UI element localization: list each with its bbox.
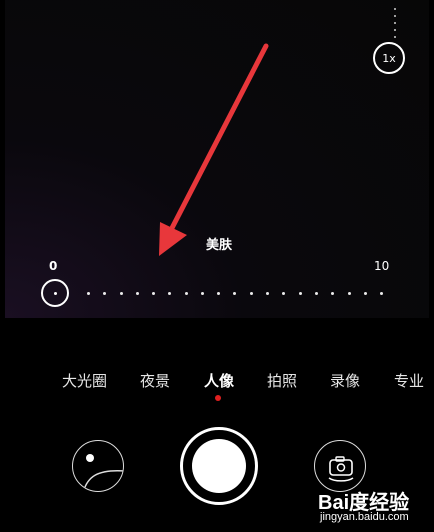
mode-aperture[interactable]: 大光圈: [62, 370, 107, 391]
zoom-scale-indicator: [394, 8, 398, 40]
mode-photo[interactable]: 拍照: [267, 370, 297, 391]
slider-tick: [282, 292, 285, 295]
mode-pro[interactable]: 专业: [394, 370, 424, 391]
slider-tick: [299, 292, 302, 295]
slider-tick: [364, 292, 367, 295]
slider-tick: [103, 292, 106, 295]
camera-viewfinder[interactable]: [5, 0, 429, 318]
camera-switch-button[interactable]: [314, 440, 366, 492]
slider-tick: [168, 292, 171, 295]
mode-portrait[interactable]: 人像: [204, 370, 234, 391]
slider-tick: [120, 292, 123, 295]
slider-tick: [331, 292, 334, 295]
slider-tick: [233, 292, 236, 295]
slider-tick: [152, 292, 155, 295]
shutter-button[interactable]: [180, 427, 258, 505]
beauty-slider-title: 美肤: [206, 238, 233, 253]
slider-tick: [266, 292, 269, 295]
beauty-slider-max-label: 10: [374, 259, 390, 273]
slider-tick: [217, 292, 220, 295]
slider-tick: [348, 292, 351, 295]
slider-tick: [250, 292, 253, 295]
slider-tick: [201, 292, 204, 295]
beauty-slider[interactable]: [40, 278, 390, 308]
beauty-slider-min-label: 0: [49, 259, 58, 273]
beauty-slider-thumb[interactable]: [41, 279, 69, 307]
slider-tick: [185, 292, 188, 295]
slider-tick: [315, 292, 318, 295]
zoom-level-label: 1x: [382, 51, 396, 65]
slider-tick: [380, 292, 383, 295]
slider-tick: [136, 292, 139, 295]
watermark-url: jingyan.baidu.com: [320, 511, 409, 523]
gallery-thumbnail-button[interactable]: [72, 440, 124, 492]
baidu-jingyan-watermark: Bai度经验 jingyan.baidu.com: [314, 486, 430, 530]
gallery-thumbnail-icon: [82, 454, 123, 491]
active-mode-indicator: [215, 395, 221, 401]
mode-night[interactable]: 夜景: [140, 370, 170, 391]
zoom-level-button[interactable]: 1x: [373, 42, 405, 74]
mode-video[interactable]: 录像: [330, 370, 360, 391]
shutter-icon: [192, 439, 246, 493]
slider-tick: [87, 292, 90, 295]
camera-mode-bar: 大光圈 夜景 人像 拍照 录像 专业: [0, 370, 434, 394]
